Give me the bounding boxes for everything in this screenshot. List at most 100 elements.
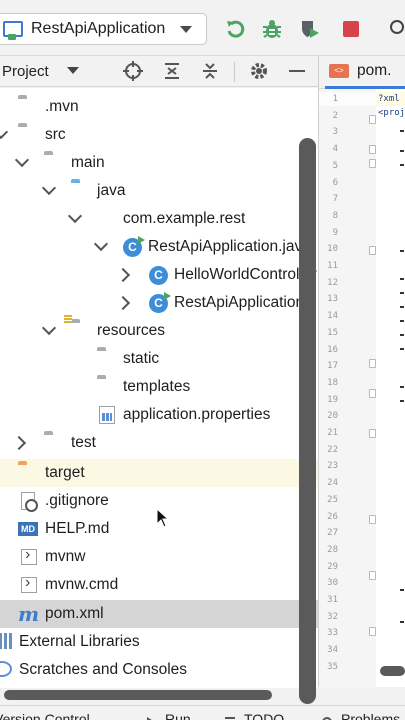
- tree-item-helloworldcontroller[interactable]: C HelloWorldController: [0, 261, 318, 289]
- line-number: 23: [327, 461, 338, 472]
- tree-item-label: .gitignore: [45, 492, 109, 509]
- tool-window-problems[interactable]: Problems: [341, 711, 400, 720]
- tree-item-java[interactable]: java: [0, 177, 318, 205]
- fold-marker-icon[interactable]: [369, 359, 376, 368]
- line-number: 2: [332, 110, 338, 121]
- tree-item-resources[interactable]: resources: [0, 315, 318, 345]
- fold-marker-icon[interactable]: [369, 246, 376, 255]
- fold-marker-icon[interactable]: [369, 159, 376, 168]
- tree-item-application-properties[interactable]: application.properties: [0, 401, 318, 429]
- chevron-down-icon[interactable]: [41, 180, 57, 196]
- code-token: [400, 348, 404, 350]
- tree-item-mvn[interactable]: .mvn: [0, 93, 318, 121]
- tool-window-version-control[interactable]: Version Control: [0, 711, 90, 720]
- run-with-coverage-icon[interactable]: [299, 18, 321, 40]
- tree-item-restapiapplication-java[interactable]: C RestApiApplication.java: [0, 233, 318, 261]
- tree-vertical-scrollbar[interactable]: [299, 138, 316, 704]
- project-panel-title[interactable]: Project: [2, 63, 49, 80]
- scratches-icon: [0, 661, 12, 677]
- tree-item-scratches[interactable]: Scratches and Consoles: [0, 656, 318, 684]
- chevron-down-icon[interactable]: [67, 67, 79, 74]
- line-number: 22: [327, 444, 338, 455]
- line-number: 21: [327, 428, 338, 438]
- line-number: 1: [332, 94, 338, 104]
- fold-marker-icon[interactable]: [369, 627, 376, 636]
- editor-gutter: 1 2 3 4 5 6 7 8 9 10 11 12 13 14 15 16 17 18 19 20 21 22 23 24 2…: [318, 89, 377, 687]
- chevron-right-icon[interactable]: [115, 295, 131, 311]
- tree-item-src[interactable]: src: [0, 121, 318, 149]
- fold-marker-icon[interactable]: [369, 115, 376, 124]
- fold-marker-icon[interactable]: [369, 145, 376, 154]
- line-number: 14: [327, 311, 338, 322]
- fold-marker-icon[interactable]: [369, 389, 376, 398]
- tree-item-package[interactable]: com.example.rest: [0, 205, 318, 233]
- locate-icon[interactable]: [122, 60, 144, 82]
- tree-item-mvnw-cmd[interactable]: mvnw.cmd: [0, 571, 318, 599]
- line-number: 13: [327, 294, 338, 305]
- tree-item-label: mvnw.cmd: [45, 576, 119, 593]
- editor-horizontal-scrollbar[interactable]: [380, 666, 405, 676]
- tab-pom-xml[interactable]: <> pom.: [325, 56, 405, 89]
- code-editor[interactable]: ?xml <proj: [376, 89, 405, 687]
- code-token: [400, 250, 404, 252]
- rerun-icon[interactable]: [224, 18, 246, 40]
- chevron-right-icon[interactable]: [11, 435, 27, 451]
- chevron-down-icon[interactable]: [14, 152, 30, 168]
- more-icon[interactable]: [388, 18, 405, 40]
- line-number: 34: [327, 645, 338, 656]
- shell-script-icon: [21, 574, 37, 593]
- code-token: [400, 164, 404, 166]
- code-token: [400, 386, 404, 388]
- chevron-down-icon[interactable]: [93, 236, 109, 252]
- line-number: 30: [327, 578, 338, 589]
- code-token: [400, 292, 404, 294]
- tree-item-test[interactable]: test: [0, 429, 318, 457]
- line-number: 15: [327, 327, 338, 338]
- tree-item-label: static: [123, 350, 160, 367]
- chevron-right-icon[interactable]: [115, 267, 131, 283]
- tree-item-static[interactable]: static: [0, 345, 318, 373]
- code-token: [400, 150, 404, 152]
- gear-icon[interactable]: [248, 60, 270, 82]
- tool-window-run[interactable]: Run: [165, 711, 191, 720]
- tree-item-label: HelloWorldController: [174, 266, 317, 283]
- chevron-down-icon[interactable]: [41, 320, 57, 336]
- tree-item-external-libraries[interactable]: External Libraries: [0, 628, 318, 656]
- tree-item-pom-xml[interactable]: m pom.xml: [0, 600, 318, 628]
- debug-bug-icon[interactable]: [261, 18, 283, 40]
- collapse-all-icon[interactable]: [199, 60, 221, 82]
- tree-item-label: RestApiApplication: [174, 294, 305, 311]
- main-toolbar: RestApiApplication: [0, 0, 405, 56]
- run-configuration-select[interactable]: RestApiApplication: [0, 13, 207, 45]
- code-token: [400, 589, 404, 591]
- code-text: ?xml: [378, 94, 400, 104]
- tool-window-todo[interactable]: TODO: [244, 711, 284, 720]
- line-number: 28: [327, 544, 338, 555]
- code-token: [400, 130, 404, 132]
- line-number: 12: [327, 277, 338, 288]
- project-panel-header: Project: [0, 56, 318, 87]
- markdown-file-icon: MD: [18, 522, 38, 536]
- tree-item-label: RestApiApplication.java: [148, 238, 311, 255]
- tree-item-label: External Libraries: [19, 633, 140, 650]
- fold-marker-icon[interactable]: [369, 571, 376, 580]
- stop-icon[interactable]: [340, 18, 362, 40]
- tree-item-restapiapplication-class[interactable]: C RestApiApplication: [0, 289, 318, 317]
- chevron-down-icon[interactable]: [0, 124, 9, 140]
- tree-horizontal-scrollbar[interactable]: [4, 690, 272, 700]
- expand-all-icon[interactable]: [161, 60, 183, 82]
- code-token: [400, 621, 404, 623]
- line-number: 5: [332, 160, 338, 171]
- line-number: 35: [327, 661, 338, 672]
- chevron-down-icon[interactable]: [67, 208, 83, 224]
- code-token: [400, 306, 404, 308]
- fold-marker-icon[interactable]: [369, 515, 376, 524]
- run-icon: [146, 714, 156, 720]
- tree-item-templates[interactable]: templates: [0, 373, 318, 401]
- minimize-icon[interactable]: [286, 60, 308, 82]
- tree-item-target[interactable]: target: [0, 459, 318, 487]
- tree-item-main[interactable]: main: [0, 149, 318, 177]
- fold-marker-icon[interactable]: [369, 429, 376, 438]
- code-token: [400, 278, 404, 280]
- tree-item-mvnw[interactable]: mvnw: [0, 543, 318, 571]
